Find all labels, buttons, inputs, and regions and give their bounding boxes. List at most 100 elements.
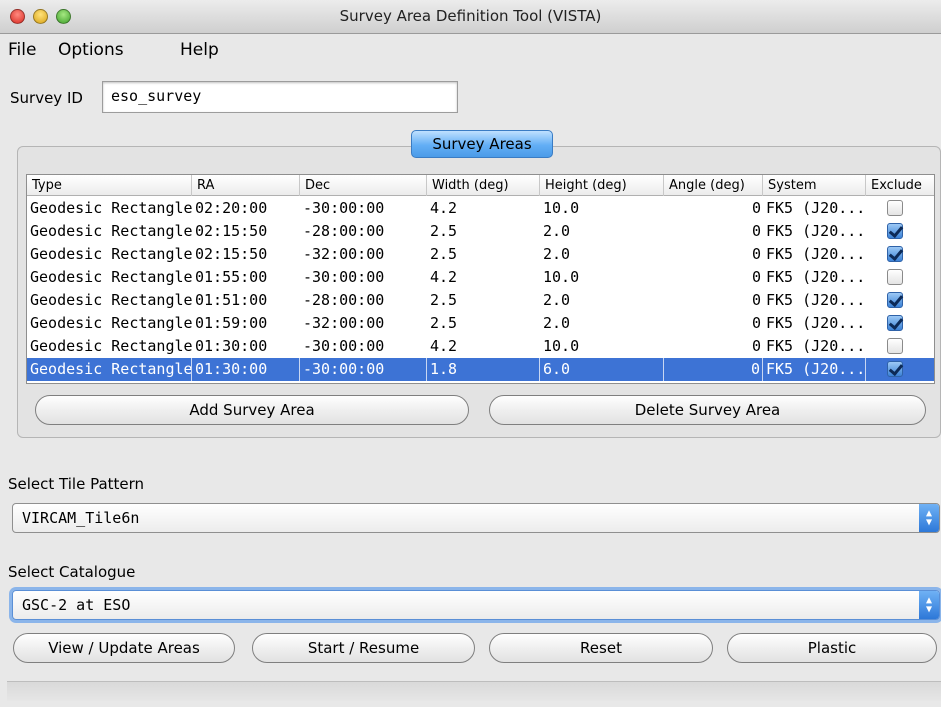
cell-ra[interactable]: 01:55:00 <box>192 266 300 289</box>
column-header-angle[interactable]: Angle (deg) <box>664 175 763 196</box>
table-row[interactable]: Geodesic Rectangle 02:15:50 -28:00:00 2.5 2.… <box>27 220 934 243</box>
start-resume-button[interactable]: Start / Resume <box>252 633 475 663</box>
column-header-type[interactable]: Type <box>27 175 192 196</box>
exclude-checkbox[interactable] <box>887 361 903 377</box>
menu-options[interactable]: Options <box>58 40 124 60</box>
cell-angle[interactable]: 0 <box>664 358 763 381</box>
cell-angle[interactable]: 0 <box>664 289 763 312</box>
cell-angle[interactable]: 0 <box>664 220 763 243</box>
cell-type[interactable]: Geodesic Rectangle <box>27 335 192 358</box>
cell-type[interactable]: Geodesic Rectangle <box>27 220 192 243</box>
cell-height[interactable]: 10.0 <box>540 266 664 289</box>
cell-dec[interactable]: -28:00:00 <box>300 220 427 243</box>
cell-angle[interactable]: 0 <box>664 197 763 220</box>
exclude-checkbox[interactable] <box>887 292 903 308</box>
cell-system[interactable]: FK5 (J20... <box>763 220 866 243</box>
cell-ra[interactable]: 02:15:50 <box>192 220 300 243</box>
cell-system[interactable]: FK5 (J20... <box>763 289 866 312</box>
cell-width[interactable]: 2.5 <box>427 312 540 335</box>
table-row[interactable]: Geodesic Rectangle 01:55:00 -30:00:00 4.2 10… <box>27 266 934 289</box>
menu-bar: File Options Help <box>0 34 941 68</box>
exclude-checkbox[interactable] <box>887 269 903 285</box>
survey-areas-tab[interactable]: Survey Areas <box>411 130 553 158</box>
cell-ra[interactable]: 01:51:00 <box>192 289 300 312</box>
table-row[interactable]: Geodesic Rectangle 01:30:00 -30:00:00 1.8 6.… <box>27 358 934 381</box>
column-header-exclude[interactable]: Exclude <box>866 175 934 196</box>
survey-id-input[interactable]: eso_survey <box>102 81 458 113</box>
survey-areas-table[interactable]: Type RA Dec Width (deg) Height (deg) Ang… <box>26 174 935 384</box>
cell-height[interactable]: 6.0 <box>540 358 664 381</box>
cell-width[interactable]: 2.5 <box>427 289 540 312</box>
cell-type[interactable]: Geodesic Rectangle <box>27 266 192 289</box>
exclude-checkbox[interactable] <box>887 315 903 331</box>
cell-width[interactable]: 2.5 <box>427 220 540 243</box>
menu-file[interactable]: File <box>8 40 36 60</box>
cell-width[interactable]: 4.2 <box>427 197 540 220</box>
cell-dec[interactable]: -32:00:00 <box>300 243 427 266</box>
plastic-button[interactable]: Plastic <box>727 633 937 663</box>
cell-dec[interactable]: -32:00:00 <box>300 312 427 335</box>
cell-width[interactable]: 2.5 <box>427 243 540 266</box>
reset-button[interactable]: Reset <box>489 633 713 663</box>
cell-type[interactable]: Geodesic Rectangle <box>27 312 192 335</box>
exclude-checkbox[interactable] <box>887 223 903 239</box>
add-survey-area-button[interactable]: Add Survey Area <box>35 395 469 425</box>
column-header-width[interactable]: Width (deg) <box>427 175 540 196</box>
cell-system[interactable]: FK5 (J20... <box>763 358 866 381</box>
exclude-checkbox[interactable] <box>887 338 903 354</box>
view-update-areas-button[interactable]: View / Update Areas <box>13 633 235 663</box>
cell-ra[interactable]: 01:30:00 <box>192 358 300 381</box>
menu-help[interactable]: Help <box>180 40 219 60</box>
cell-width[interactable]: 1.8 <box>427 358 540 381</box>
cell-system[interactable]: FK5 (J20... <box>763 312 866 335</box>
window-title: Survey Area Definition Tool (VISTA) <box>339 7 602 25</box>
cell-ra[interactable]: 01:59:00 <box>192 312 300 335</box>
table-row[interactable]: Geodesic Rectangle 02:15:50 -32:00:00 2.5 2.… <box>27 243 934 266</box>
cell-type[interactable]: Geodesic Rectangle <box>27 289 192 312</box>
table-row[interactable]: Geodesic Rectangle 01:59:00 -32:00:00 2.5 2.… <box>27 312 934 335</box>
select-arrows-icon: ▲ ▼ <box>919 504 939 532</box>
cell-height[interactable]: 2.0 <box>540 220 664 243</box>
cell-ra[interactable]: 02:15:50 <box>192 243 300 266</box>
cell-system[interactable]: FK5 (J20... <box>763 335 866 358</box>
cell-height[interactable]: 10.0 <box>540 197 664 220</box>
table-row[interactable]: Geodesic Rectangle 01:30:00 -30:00:00 4.2 10… <box>27 335 934 358</box>
cell-system[interactable]: FK5 (J20... <box>763 243 866 266</box>
cell-angle[interactable]: 0 <box>664 243 763 266</box>
cell-type[interactable]: Geodesic Rectangle <box>27 197 192 220</box>
cell-system[interactable]: FK5 (J20... <box>763 266 866 289</box>
column-header-system[interactable]: System <box>763 175 866 196</box>
cell-height[interactable]: 2.0 <box>540 243 664 266</box>
catalogue-label: Select Catalogue <box>8 563 136 581</box>
cell-system[interactable]: FK5 (J20... <box>763 197 866 220</box>
cell-width[interactable]: 4.2 <box>427 335 540 358</box>
cell-type[interactable]: Geodesic Rectangle <box>27 243 192 266</box>
cell-angle[interactable]: 0 <box>664 335 763 358</box>
column-header-dec[interactable]: Dec <box>300 175 427 196</box>
cell-angle[interactable]: 0 <box>664 312 763 335</box>
tile-pattern-select[interactable]: VIRCAM_Tile6n ▲ ▼ <box>12 503 940 533</box>
exclude-checkbox[interactable] <box>887 200 903 216</box>
cell-height[interactable]: 2.0 <box>540 312 664 335</box>
cell-angle[interactable]: 0 <box>664 266 763 289</box>
table-row[interactable]: Geodesic Rectangle 01:51:00 -28:00:00 2.5 2.… <box>27 289 934 312</box>
cell-ra[interactable]: 01:30:00 <box>192 335 300 358</box>
cell-dec[interactable]: -30:00:00 <box>300 335 427 358</box>
cell-height[interactable]: 2.0 <box>540 289 664 312</box>
tile-pattern-label: Select Tile Pattern <box>8 475 145 493</box>
table-row[interactable]: Geodesic Rectangle 02:20:00 -30:00:00 4.2 10… <box>27 197 934 220</box>
cell-width[interactable]: 4.2 <box>427 266 540 289</box>
column-header-height[interactable]: Height (deg) <box>540 175 664 196</box>
cell-dec[interactable]: -30:00:00 <box>300 358 427 381</box>
cell-dec[interactable]: -30:00:00 <box>300 197 427 220</box>
catalogue-select[interactable]: GSC-2 at ESO ▲ ▼ <box>12 590 940 620</box>
cell-dec[interactable]: -28:00:00 <box>300 289 427 312</box>
column-header-ra[interactable]: RA <box>192 175 300 196</box>
cell-type[interactable]: Geodesic Rectangle <box>27 358 192 381</box>
cell-height[interactable]: 10.0 <box>540 335 664 358</box>
status-bar <box>7 681 941 701</box>
exclude-checkbox[interactable] <box>887 246 903 262</box>
delete-survey-area-button[interactable]: Delete Survey Area <box>489 395 926 425</box>
cell-dec[interactable]: -30:00:00 <box>300 266 427 289</box>
cell-ra[interactable]: 02:20:00 <box>192 197 300 220</box>
